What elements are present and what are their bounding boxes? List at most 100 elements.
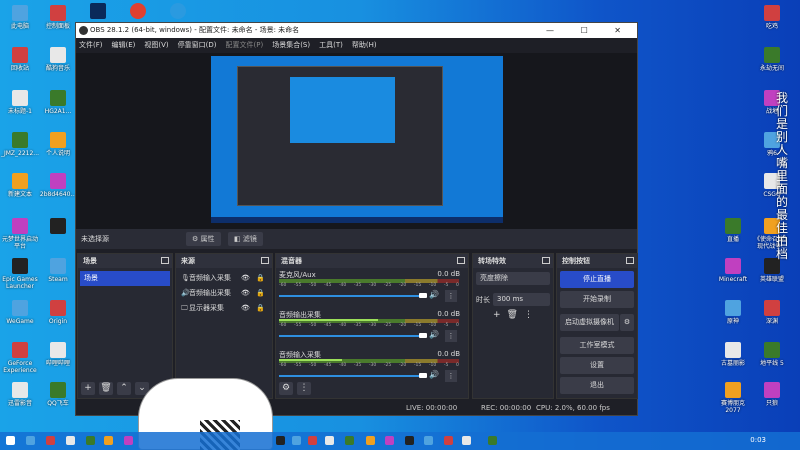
desktop-icon[interactable]: HG2A1... — [38, 90, 78, 115]
desktop-icon[interactable]: WeGame — [0, 300, 40, 325]
exit-button[interactable]: 退出 — [560, 377, 634, 394]
taskbar-app-icon[interactable] — [104, 436, 113, 445]
menu-item[interactable]: 停靠窗口(D) — [178, 38, 217, 53]
menu-item[interactable]: 视图(V) — [144, 38, 168, 53]
menu-item[interactable]: 场景集合(S) — [272, 38, 310, 53]
taskbar-app-icon[interactable] — [292, 436, 301, 445]
menu-item[interactable]: 帮助(H) — [352, 38, 377, 53]
float-icon[interactable] — [457, 257, 465, 264]
desktop-icon[interactable]: 2b8d4640... — [38, 173, 78, 198]
start-recording-button[interactable]: 开始录制 — [560, 291, 634, 308]
desktop-icon[interactable]: 未标题-1 — [0, 90, 40, 115]
desktop-icon[interactable]: 深渊 — [752, 300, 792, 325]
desktop-icon[interactable]: 控制面板 — [38, 5, 78, 30]
menu-item[interactable]: 配置文件(P) — [226, 38, 264, 53]
desktop-icon[interactable]: 原神 — [713, 300, 753, 325]
mixer-settings-button[interactable]: ⚙ — [279, 382, 293, 395]
float-icon[interactable] — [626, 257, 634, 264]
desktop-icon[interactable]: 古墓丽影 — [713, 342, 753, 367]
desktop-icon[interactable]: QQ飞车 — [38, 382, 78, 407]
taskbar-app-icon[interactable] — [308, 436, 317, 445]
desktop-icon-edge[interactable] — [158, 3, 198, 21]
menu-item[interactable]: 文件(F) — [79, 38, 103, 53]
transition-menu-button[interactable]: ⋮ — [524, 310, 533, 320]
taskbar-app-icon[interactable] — [444, 436, 453, 445]
transition-select[interactable]: 亮度擦除 — [476, 272, 550, 285]
desktop-icon[interactable]: 永劫无间 — [752, 47, 792, 72]
taskbar-app-icon[interactable] — [405, 436, 414, 445]
volume-slider[interactable] — [279, 375, 424, 377]
taskbar-app-icon[interactable] — [66, 436, 75, 445]
speaker-icon[interactable]: 🔊 — [429, 290, 439, 299]
volume-slider[interactable] — [279, 335, 424, 337]
source-item[interactable]: 🔊音频输出采集 👁 🔒 — [176, 286, 272, 301]
desktop-icon[interactable]: Origin — [38, 300, 78, 325]
desktop-icon[interactable]: Steam — [38, 258, 78, 283]
desktop-icon[interactable]: 新建文本 — [0, 173, 40, 198]
desktop-icon[interactable]: 吃鸡 — [752, 5, 792, 30]
move-up-button[interactable]: ⌃ — [117, 382, 131, 395]
add-transition-button[interactable]: + — [493, 310, 501, 320]
taskbar-app-icon[interactable] — [124, 436, 133, 445]
duration-input[interactable]: 300 ms — [493, 293, 550, 306]
mixer-menu-button[interactable]: ⋮ — [297, 382, 311, 395]
desktop-icon[interactable]: 地平线 5 — [752, 342, 792, 367]
desktop-icon-chrome[interactable] — [118, 3, 158, 21]
desktop-icon-photoshop[interactable] — [78, 3, 118, 21]
taskbar-app-icon[interactable] — [276, 436, 285, 445]
window-controls[interactable]: — ☐ ✕ — [546, 23, 633, 38]
visibility-eye-icon[interactable]: 👁 — [241, 271, 250, 286]
desktop-icon[interactable]: 只狼 — [752, 382, 792, 407]
float-icon[interactable] — [542, 257, 550, 264]
settings-button[interactable]: 设置 — [560, 357, 634, 374]
add-scene-button[interactable]: + — [81, 382, 95, 395]
desktop-icon[interactable]: 赛博朋克 2077 — [713, 382, 753, 414]
start-icon[interactable] — [6, 436, 15, 445]
taskbar-app-icon[interactable] — [488, 436, 497, 445]
desktop-icon[interactable]: 哔哩哔哩 — [38, 342, 78, 367]
remove-scene-button[interactable]: 🗑 — [99, 382, 113, 395]
desktop-icon[interactable]: Epic Games Launcher — [0, 258, 40, 290]
speaker-icon[interactable]: 🔊 — [429, 370, 439, 379]
visibility-eye-icon[interactable]: 👁 — [241, 301, 250, 316]
taskbar-app-icon[interactable] — [46, 436, 55, 445]
desktop-icon[interactable]: 元梦世界启动平台 — [0, 218, 40, 250]
float-icon[interactable] — [161, 257, 169, 264]
channel-menu-button[interactable]: ⋮ — [445, 330, 457, 342]
taskbar-app-icon[interactable] — [366, 436, 375, 445]
filters-button[interactable]: ◧ 滤镜 — [228, 232, 263, 246]
desktop-icon[interactable]: 英雄联盟 — [752, 258, 792, 283]
scene-item[interactable]: 场景 — [80, 271, 170, 286]
volume-slider-handle[interactable] — [419, 333, 427, 338]
float-icon[interactable] — [261, 257, 269, 264]
channel-menu-button[interactable]: ⋮ — [445, 290, 457, 302]
preview-canvas[interactable] — [76, 53, 637, 229]
source-item[interactable]: 🖵显示器采集 👁 🔒 — [176, 301, 272, 316]
speaker-icon[interactable]: 🔊 — [429, 330, 439, 339]
desktop-icon[interactable]: 个人说明 — [38, 132, 78, 157]
desktop-icon[interactable]: Minecraft — [713, 258, 753, 283]
stop-streaming-button[interactable]: 停止直播 — [560, 271, 634, 288]
desktop-icon[interactable]: 回收站 — [0, 47, 40, 72]
desktop-icon[interactable]: 直播 — [713, 218, 753, 243]
volume-slider[interactable] — [279, 295, 424, 297]
taskbar-app-icon[interactable] — [86, 436, 95, 445]
desktop-icon[interactable]: GeForce Experience — [0, 342, 40, 374]
volume-slider-handle[interactable] — [419, 373, 427, 378]
visibility-eye-icon[interactable]: 👁 — [241, 286, 250, 301]
lock-icon[interactable]: 🔒 — [256, 286, 265, 301]
properties-button[interactable]: ⚙ 属性 — [186, 232, 221, 246]
taskbar-app-icon[interactable] — [345, 436, 354, 445]
taskbar-app-icon[interactable] — [325, 436, 334, 445]
desktop-icon[interactable]: 酷狗音乐 — [38, 47, 78, 72]
remove-transition-button[interactable]: 🗑 — [507, 310, 518, 320]
studio-mode-button[interactable]: 工作室模式 — [560, 337, 634, 354]
virtual-camera-settings-icon[interactable]: ⚙ — [620, 314, 634, 331]
desktop-icon[interactable]: _JMZ_2212... — [0, 132, 40, 157]
start-virtual-camera-button[interactable]: 启动虚拟摄像机 — [560, 314, 619, 331]
taskbar-app-icon[interactable] — [385, 436, 394, 445]
menu-item[interactable]: 工具(T) — [319, 38, 343, 53]
taskbar-app-icon[interactable] — [424, 436, 433, 445]
volume-slider-handle[interactable] — [419, 293, 427, 298]
lock-icon[interactable]: 🔒 — [256, 271, 265, 286]
